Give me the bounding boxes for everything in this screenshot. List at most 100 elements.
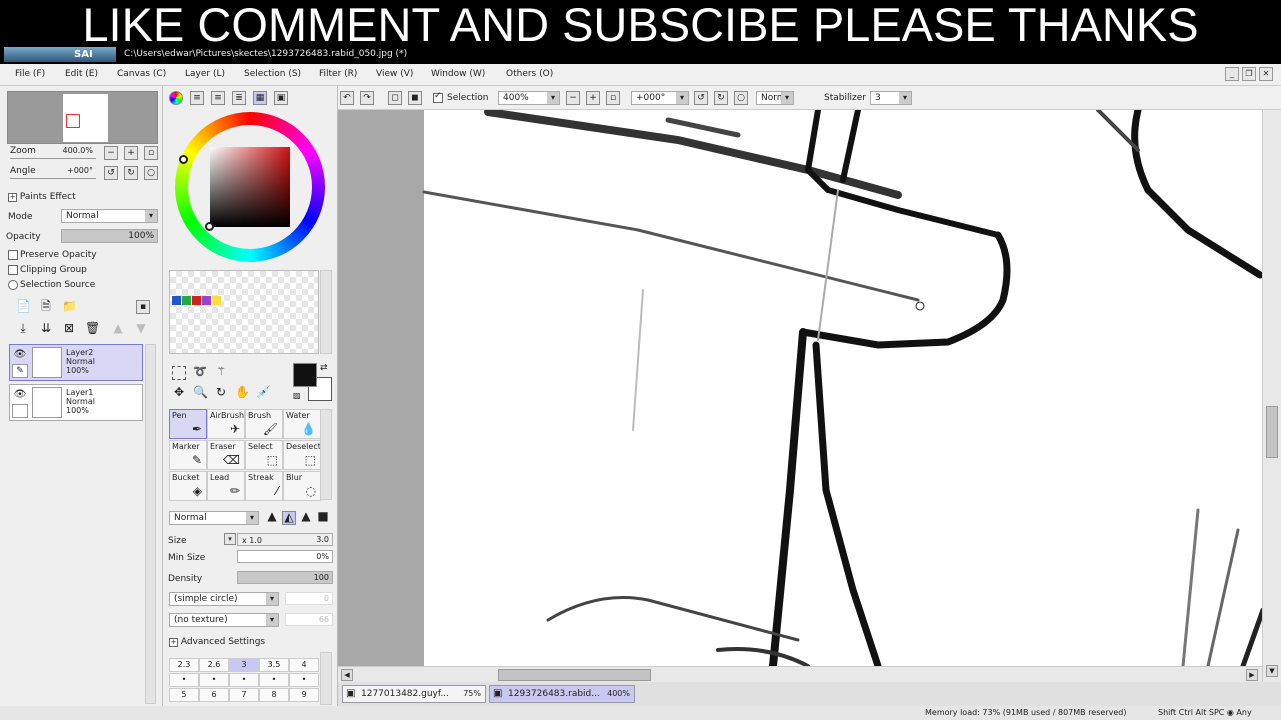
brush-preset-dot-icon[interactable]: • [229,673,259,687]
nav-rotate-reset-icon[interactable]: ○ [144,166,158,180]
new-layer-icon[interactable]: 📄 [16,300,31,314]
tool-lead[interactable]: Lead ✏ [207,471,245,501]
preserve-opacity-checkbox[interactable] [8,250,18,260]
brush-preset[interactable]: 2.6 [199,658,229,672]
color-wheel[interactable] [175,112,325,262]
zoom-icon[interactable]: 🔍 [193,386,208,400]
minsize-field[interactable]: 0% [237,550,333,563]
deselect-icon[interactable]: ◻ [388,91,402,105]
swap-colors-icon[interactable]: ⇄ [320,363,328,373]
advanced-settings-header[interactable]: + Advanced Settings [169,637,265,647]
menu-layer[interactable]: Layer (L) [185,69,225,79]
menu-view[interactable]: View (V) [376,69,413,79]
nav-rotate-right-icon[interactable]: ↻ [124,166,138,180]
size-field[interactable]: 3.0 [237,533,333,546]
maximize-button[interactable]: ❐ [1242,67,1256,81]
zoom-out-icon[interactable]: − [566,91,580,105]
zoom-reset-icon[interactable]: ▫ [606,91,620,105]
rgb-slider-mode-icon[interactable]: ≡ [190,91,204,105]
selection-source-radio[interactable] [8,280,18,290]
brush-preset[interactable]: 7 [229,688,259,702]
brush-preset-dot-icon[interactable]: • [289,673,319,687]
tool-brush[interactable]: Brush 🖌 [245,409,283,439]
blend-dropdown[interactable]: Normal [756,91,794,105]
navigator-preview[interactable] [7,91,158,144]
layer-up-icon[interactable]: ▲ [111,322,125,336]
brush-preset[interactable]: 8 [259,688,289,702]
menu-others[interactable]: Others (O) [506,69,553,79]
menu-selection[interactable]: Selection (S) [244,69,301,79]
tool-marker[interactable]: Marker ✎ [169,440,207,470]
edge-flat-icon[interactable]: ■ [316,510,330,525]
tool-eraser[interactable]: Eraser ⌫ [207,440,245,470]
transfer-down-icon[interactable]: ⤓ [16,322,30,336]
new-folder-icon[interactable]: 📁 [62,300,77,314]
brush-preset-dot-icon[interactable]: • [169,673,199,687]
color-swatch[interactable] [192,296,201,305]
density-field[interactable]: 100 [237,571,333,584]
hand-icon[interactable]: ✋ [235,386,250,400]
tool-airbrush[interactable]: AirBrush ✈ [207,409,245,439]
move-icon[interactable]: ✥ [172,386,186,400]
tool-blur[interactable]: Blur ◌ [283,471,321,501]
layer-menu-icon[interactable]: ▪ [136,300,150,314]
zoom-slider[interactable] [10,158,96,159]
color-mixer-mode-icon[interactable]: ≣ [232,91,246,105]
menu-filter[interactable]: Filter (R) [319,69,357,79]
angle-dropdown[interactable]: +000° [631,91,689,105]
edge-soft-icon[interactable]: ▲ [299,510,313,525]
layer-scrollbar[interactable] [145,344,156,704]
brush-lock-icon[interactable]: ✎ [12,364,28,378]
swatch-scrollbar[interactable] [320,270,332,354]
menu-edit[interactable]: Edit (E) [65,69,98,79]
canvas-area[interactable] [338,110,1268,666]
redo-icon[interactable]: ↷ [360,91,374,105]
preset-scrollbar[interactable] [320,652,332,705]
undo-icon[interactable]: ↶ [340,91,354,105]
rotate-icon[interactable]: ↻ [214,386,228,400]
layer-down-icon[interactable]: ▼ [134,322,148,336]
scratchpad-mode-icon[interactable]: ▣ [274,91,288,105]
menu-window[interactable]: Window (W) [431,69,485,79]
close-button[interactable]: ✕ [1259,67,1273,81]
selection-checkbox[interactable]: ✓ [433,91,443,103]
brush-preset-dot-icon[interactable]: • [259,673,289,687]
merge-down-icon[interactable]: ⇊ [39,322,53,336]
primary-color[interactable] [293,363,317,387]
layer-mode-dropdown[interactable]: Normal [61,209,158,223]
stabilizer-dropdown[interactable]: 3 [870,91,912,105]
color-swatch[interactable] [202,296,211,305]
delete-layer-icon[interactable]: 🗑 [85,322,100,336]
visibility-eye-icon[interactable]: 👁 [12,348,28,361]
swatches-mode-icon[interactable]: ▦ [253,91,267,105]
layer-row-layer2[interactable]: 👁 ✎ Layer2 Normal 100% [9,344,143,381]
menu-file[interactable]: File (F) [15,69,45,79]
brush-preset[interactable]: 6 [199,688,229,702]
brush-preset-dot-icon[interactable]: • [199,673,229,687]
zoom-dropdown[interactable]: 400% [498,91,560,105]
sv-marker[interactable] [205,222,214,231]
texture-amount-field[interactable]: 66 [285,613,333,626]
swatch-grid[interactable] [169,270,319,354]
minimize-button[interactable]: _ [1225,67,1239,81]
brush-blend-dropdown[interactable]: Normal [169,511,259,525]
vertical-scrollbar[interactable]: ▼ [1262,110,1281,682]
edge-medium-icon[interactable]: ◭ [282,511,296,525]
clipping-group-checkbox[interactable] [8,265,18,275]
hsv-slider-mode-icon[interactable]: ≡ [211,91,225,105]
rotate-right-icon[interactable]: ↻ [714,91,728,105]
opacity-slider[interactable]: 100% [61,229,158,243]
menu-canvas[interactable]: Canvas (C) [117,69,166,79]
tool-scrollbar[interactable] [320,409,332,500]
eyedropper-icon[interactable]: 💉 [256,386,271,400]
brush-preset[interactable]: 5 [169,688,199,702]
zoom-in-icon[interactable]: + [586,91,600,105]
vertical-scroll-thumb[interactable] [1266,406,1278,458]
transparent-color-icon[interactable]: ▨ [293,391,301,400]
nav-rotate-left-icon[interactable]: ↺ [104,166,118,180]
color-swatch[interactable] [212,296,221,305]
scroll-down-icon[interactable]: ▼ [1266,665,1278,677]
invert-selection-icon[interactable]: ◼ [408,91,422,105]
size-multiplier-icon[interactable]: ▾ [224,533,236,545]
paints-effect-header[interactable]: + Paints Effect [8,192,76,202]
